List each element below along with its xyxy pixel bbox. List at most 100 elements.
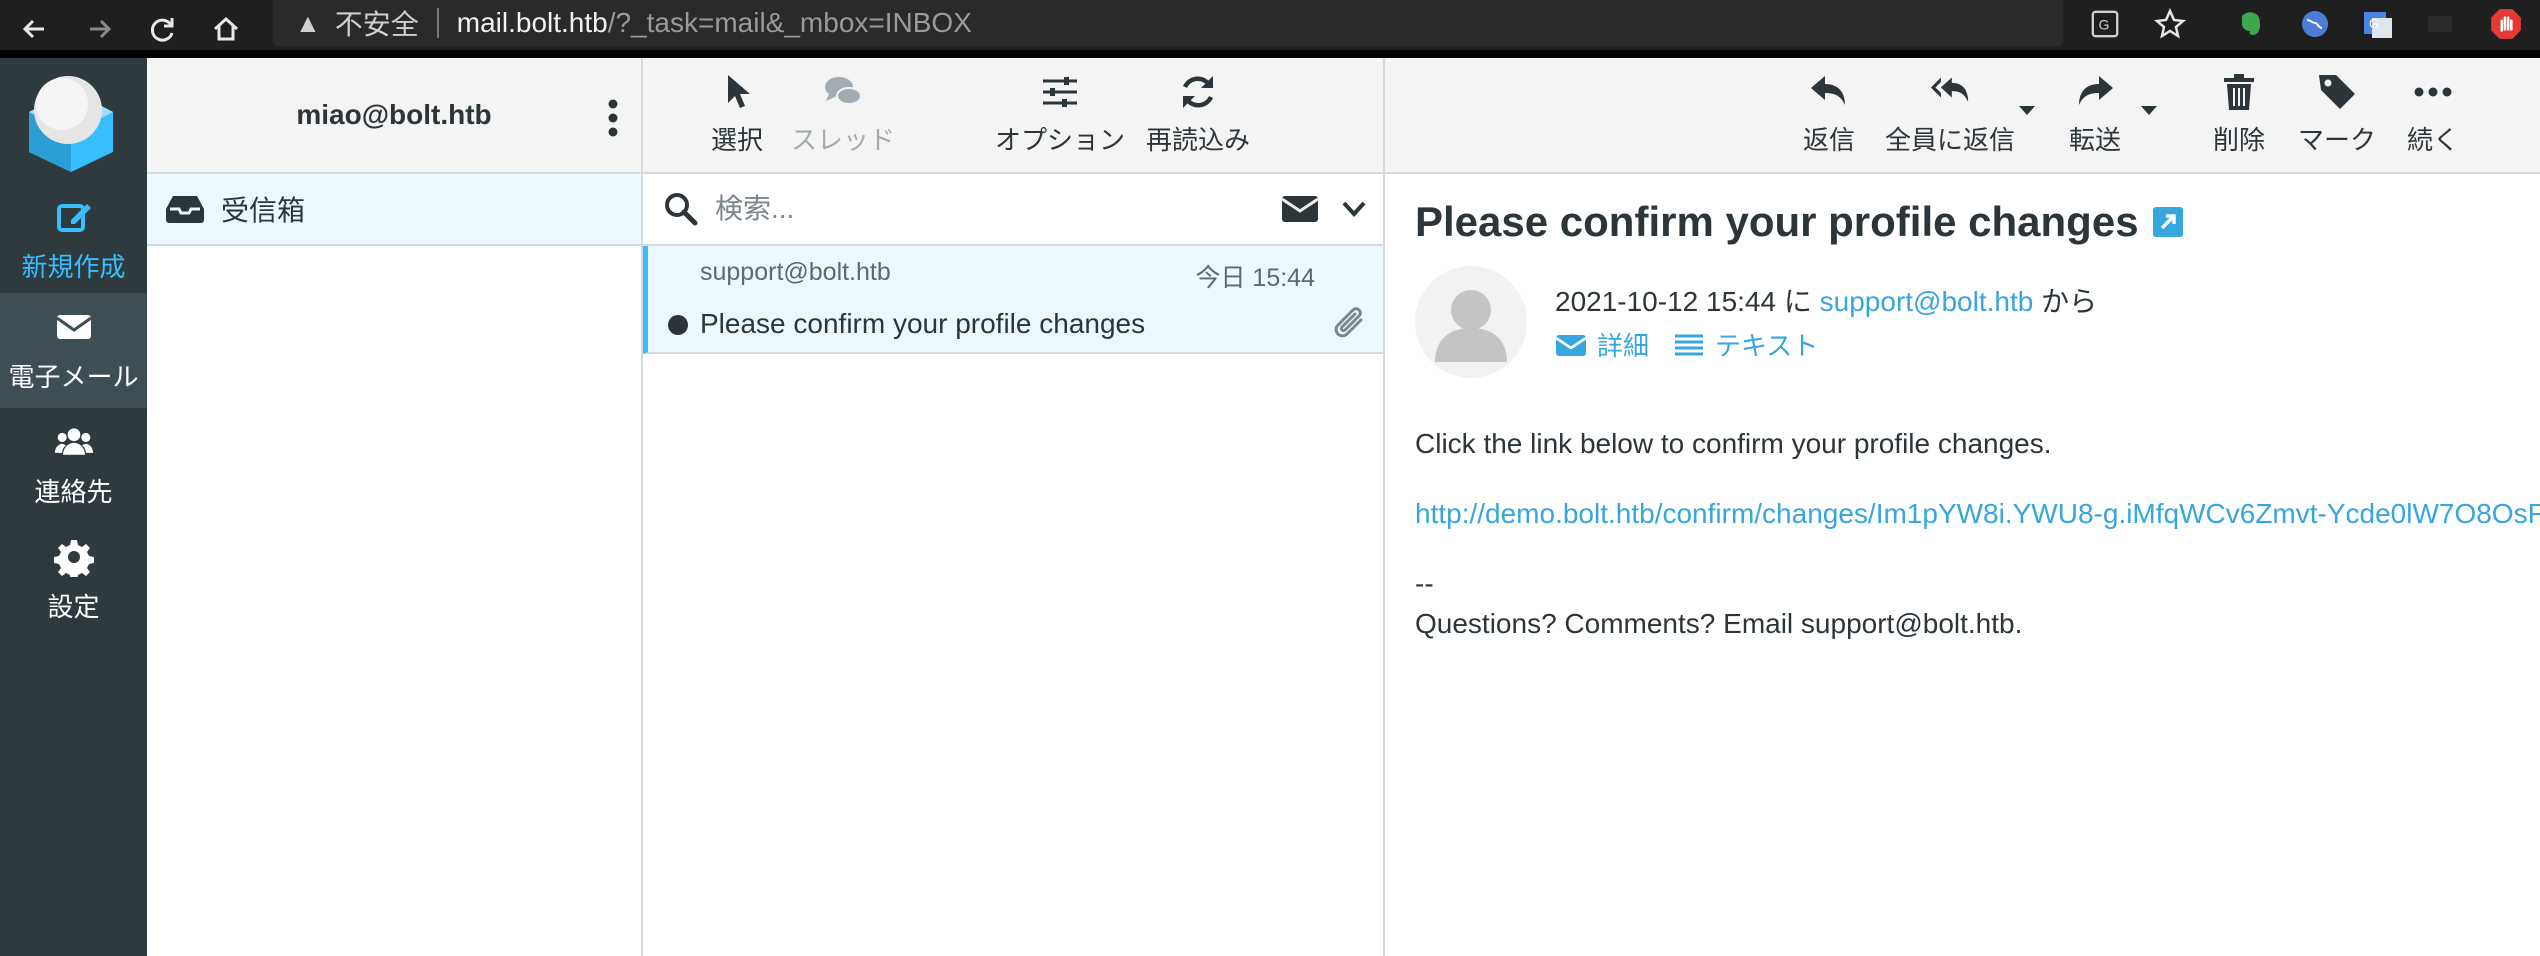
forward-button[interactable]: 転送: [2069, 72, 2121, 157]
signature-separator: --: [1415, 568, 1434, 599]
message-title: Please confirm your profile changes: [1415, 198, 2183, 246]
settings-nav-button[interactable]: 設定: [0, 523, 147, 638]
security-label: 不安全: [334, 9, 419, 40]
globe-extension-icon[interactable]: [2295, 4, 2335, 44]
message-header-options: 詳細 テキスト: [1555, 326, 1818, 363]
message-list-panel: 選択 スレッド オプション 再読込み support@bolt.htb 今日 1…: [643, 58, 1385, 956]
refresh-icon: [1182, 76, 1214, 108]
envelope-details-icon: [1555, 334, 1587, 356]
forward-arrow-icon[interactable]: [78, 7, 122, 51]
search-scope-envelope-icon[interactable]: [1281, 194, 1319, 224]
settings-label: 設定: [47, 592, 100, 622]
delete-label: 削除: [2213, 125, 2266, 155]
reply-all-label: 全員に返信: [1885, 125, 2016, 155]
more-button[interactable]: 続く: [2407, 72, 2459, 157]
unread-dot-icon[interactable]: [668, 315, 688, 335]
signature: Questions? Comments? Email support@bolt.…: [1415, 608, 2023, 639]
url-host: mail.bolt.htb: [456, 7, 608, 38]
translate-icon[interactable]: G: [2085, 4, 2125, 44]
refresh-label: 再読込み: [1146, 125, 1251, 155]
message-header-line: 2021-10-12 15:44 に support@bolt.htb から: [1555, 280, 2097, 320]
mail-nav-button[interactable]: 電子メール: [0, 293, 147, 408]
home-icon[interactable]: [204, 7, 248, 51]
select-button[interactable]: 選択: [711, 72, 763, 157]
message-view-panel: 返信 全員に返信 転送 削除 マーク 続く Please confirm you…: [1385, 58, 2540, 956]
reply-all-button[interactable]: 全員に返信: [1885, 72, 2015, 157]
text-lines-icon: [1675, 334, 1704, 355]
bookmark-star-icon[interactable]: [2150, 4, 2190, 44]
inbox-icon: [166, 196, 204, 223]
reply-button[interactable]: 返信: [1803, 72, 1855, 157]
folder-header: miao@bolt.htb: [147, 58, 641, 174]
folder-item-inbox[interactable]: 受信箱: [147, 174, 641, 246]
contacts-nav-button[interactable]: 連絡先: [0, 408, 147, 523]
options-button-inner[interactable]: オプション: [995, 72, 1125, 157]
ellipsis-icon: [2414, 87, 2452, 97]
message-date: 今日 15:44: [1195, 264, 1315, 292]
trash-icon: [2224, 74, 2254, 110]
search-input[interactable]: [715, 193, 1215, 225]
svg-text:G: G: [2098, 17, 2109, 33]
sender-suffix: から: [2041, 286, 2098, 317]
message-date-full: 2021-10-12 15:44: [1555, 286, 1777, 317]
compose-button[interactable]: 新規作成: [0, 183, 147, 298]
threads-label: スレッド: [791, 125, 896, 155]
mark-button[interactable]: マーク: [2298, 72, 2376, 157]
chevron-down-icon[interactable]: [1341, 196, 1367, 222]
adblock-hand-icon[interactable]: [2486, 4, 2526, 44]
confirm-link[interactable]: http://demo.bolt.htb/confirm/changes/Im1…: [1415, 494, 2540, 534]
search-icon[interactable]: [663, 191, 699, 227]
dark-extension-icon[interactable]: [2420, 4, 2460, 44]
reload-icon[interactable]: [140, 7, 184, 51]
sender-link[interactable]: support@bolt.htb: [1820, 286, 2034, 317]
threads-button[interactable]: スレッド: [791, 72, 895, 157]
open-external-icon[interactable]: [2152, 207, 2183, 237]
reply-all-dropdown-caret-icon[interactable]: [2019, 106, 2035, 115]
reply-icon: [1811, 76, 1845, 105]
kebab-menu-icon[interactable]: [603, 96, 623, 140]
options-label: オプション: [995, 125, 1126, 155]
select-label: 選択: [711, 125, 764, 155]
paperclip-icon: [1334, 307, 1363, 338]
account-name: miao@bolt.htb: [296, 99, 492, 130]
message-subject: Please confirm your profile changes: [700, 308, 1146, 339]
message-body: Click the link below to confirm your pro…: [1415, 424, 2540, 644]
plain-text-link[interactable]: テキスト: [1715, 326, 1818, 363]
forward-icon: [2079, 76, 2113, 105]
mark-label: マーク: [2298, 125, 2377, 155]
gear-icon: [53, 540, 94, 577]
date-suffix: に: [1783, 286, 1812, 317]
message-from: support@bolt.htb: [700, 258, 891, 286]
contacts-label: 連絡先: [34, 477, 113, 507]
forward-label: 転送: [2069, 125, 2122, 155]
search-bar: [643, 174, 1383, 246]
google-translate-icon[interactable]: G: [2358, 4, 2398, 44]
list-toolbar: 選択 スレッド オプション 再読込み: [643, 58, 1383, 174]
message-subject-heading: Please confirm your profile changes: [1415, 198, 2139, 245]
folder-panel: miao@bolt.htb 受信箱: [147, 58, 643, 956]
users-icon: [54, 428, 93, 455]
cursor-icon: [728, 75, 750, 108]
url-path: /?_task=mail&_mbox=INBOX: [607, 7, 972, 38]
refresh-button[interactable]: 再読込み: [1146, 72, 1250, 157]
message-list-item[interactable]: support@bolt.htb 今日 15:44 Please confirm…: [643, 246, 1383, 354]
url-divider: [436, 8, 439, 38]
evernote-icon[interactable]: [2230, 4, 2270, 44]
compose-label: 新規作成: [21, 252, 126, 282]
app-navigation: 新規作成 電子メール 連絡先 設定: [0, 58, 147, 956]
folder-label: 受信箱: [221, 195, 306, 226]
details-link[interactable]: 詳細: [1597, 326, 1649, 363]
mail-label: 電子メール: [8, 362, 139, 392]
sliders-icon: [1043, 77, 1077, 107]
chrome-divider: [0, 50, 2540, 58]
forward-dropdown-caret-icon[interactable]: [2141, 106, 2157, 115]
roundcube-logo: [16, 68, 126, 178]
body-paragraph: Click the link below to confirm your pro…: [1415, 428, 2052, 459]
delete-button[interactable]: 削除: [2213, 72, 2265, 157]
comments-icon: [825, 77, 862, 105]
reply-label: 返信: [1803, 125, 1856, 155]
back-arrow-icon[interactable]: [12, 7, 56, 51]
warning-icon: ▲: [295, 7, 321, 38]
address-bar[interactable]: ▲ 不安全 mail.bolt.htb/?_task=mail&_mbox=IN…: [273, 0, 2063, 46]
sender-avatar: [1415, 266, 1527, 378]
